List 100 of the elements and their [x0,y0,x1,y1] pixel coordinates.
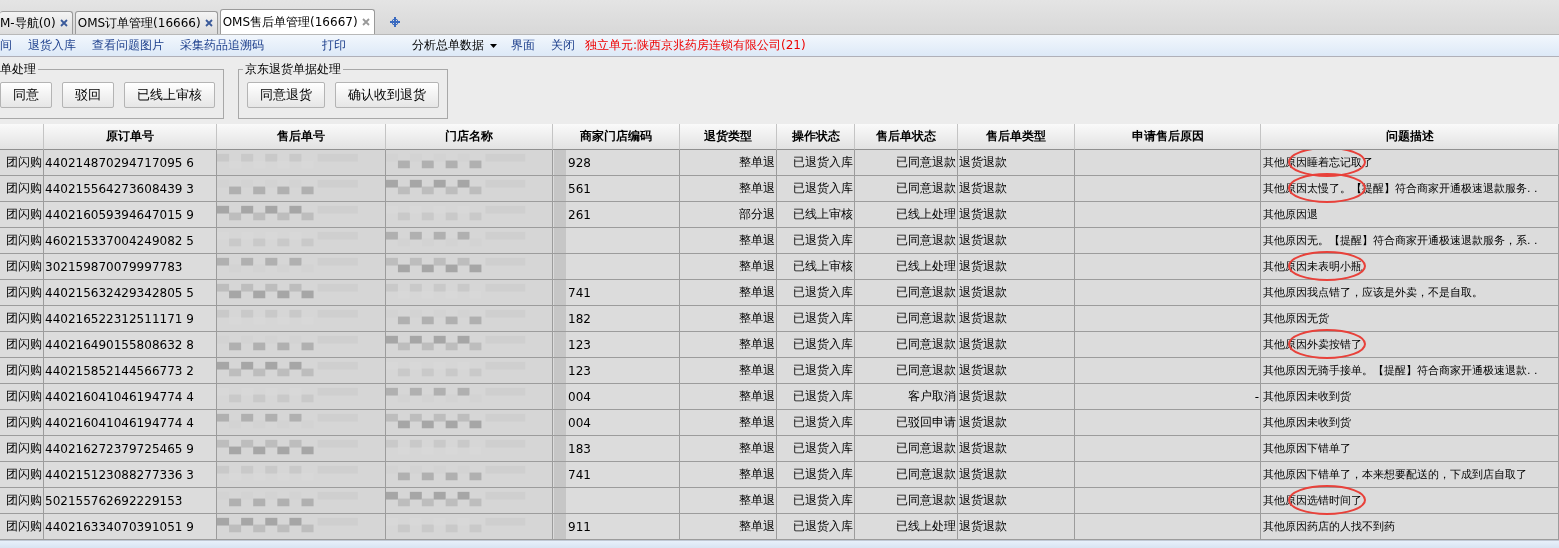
table-cell: 已退货入库 [793,180,853,197]
table-cell: 整单退 [739,492,775,509]
column-header[interactable]: 售后单号 [217,124,386,150]
column-header[interactable]: 问题描述 [1261,124,1559,150]
table-cell: 440216041046194774 4 [45,389,194,404]
close-icon[interactable] [204,19,213,27]
action-button[interactable]: 同意退货 [247,82,325,108]
tab[interactable]: OMS售后单管理(16667) [219,9,375,34]
table-cell: 退货退款 [959,284,1007,301]
table-cell: 团闪购 [6,206,42,223]
table-cell: 整单退 [739,518,775,535]
action-button[interactable]: 已线上审核 [124,82,215,108]
table-cell: 退货退款 [959,518,1007,535]
table-cell: 整单退 [739,310,775,327]
dropdown-button[interactable]: 分析总单数据 [396,37,503,54]
column-header[interactable]: 原订单号 [44,124,217,150]
table-cell: 已退货入库 [793,414,853,431]
unit-notice: 独立单元:陕西京兆药房连锁有限公司(21) [584,37,806,54]
table-cell: 其他原因未收到货 [1263,389,1351,404]
blurred-text [554,202,566,227]
table-cell: 团闪购 [6,362,42,379]
toolbar-link[interactable]: 退货入库 [20,37,84,54]
table-cell: 已同意退款 [896,362,956,379]
table-cell: 退货退款 [959,310,1007,327]
blurred-text [554,150,566,175]
toolbar-link[interactable]: 查看问题图片 [84,37,172,54]
table-cell: 已退货入库 [793,336,853,353]
table-cell: 440216334070391051 9 [45,519,194,534]
column-header[interactable]: 商家门店编码 [553,124,680,150]
action-button[interactable]: 确认收到退货 [335,82,439,108]
table-cell: 004 [568,415,591,430]
table-cell: 已同意退款 [896,440,956,457]
toolbar-link[interactable]: 打印 [314,37,354,54]
table-cell: 已退货入库 [793,518,853,535]
table-cell: 已退货入库 [793,440,853,457]
table-cell: 退货退款 [959,362,1007,379]
table-cell: 团闪购 [6,388,42,405]
table-cell: 其他原因无。【提醒】符合商家开通极速退款服务，系. . [1263,233,1538,248]
add-tab-icon[interactable] [388,16,401,28]
tab[interactable]: OMS订单管理(16666) [74,11,218,34]
table-cell: 团闪购 [6,336,42,353]
table-cell: 440216272379725465 9 [45,441,194,456]
table-cell: 退货退款 [959,154,1007,171]
column-header[interactable]: 操作状态 [777,124,855,150]
table-cell: 团闪购 [6,518,42,535]
table-cell: 其他原因下错单了 [1263,441,1351,456]
table-cell: 440215632429342805 5 [45,285,194,300]
blurred-text [554,306,566,331]
column-header[interactable]: 退货类型 [680,124,777,150]
table-cell: 其他原因药店的人找不到药 [1263,519,1395,534]
close-icon[interactable] [361,18,370,26]
table-cell: 440215123088277336 3 [45,467,194,482]
table-cell: 已退货入库 [793,388,853,405]
table-cell: 741 [568,467,591,482]
table-cell: 整单退 [739,284,775,301]
table-cell: 已线上处理 [896,206,956,223]
table-cell: 已同意退款 [896,284,956,301]
blurred-text [554,462,566,487]
group-title: 京东退货单据处理 [243,61,343,78]
table-cell: 团闪购 [6,310,42,327]
table-cell: 团闪购 [6,284,42,301]
table-cell: - [1254,389,1259,404]
table-cell: 已退货入库 [793,154,853,171]
column-header[interactable]: 门店名称 [386,124,553,150]
table-cell: 440216041046194774 4 [45,415,194,430]
column-header[interactable]: 申请售后原因 [1075,124,1261,150]
close-icon[interactable] [59,19,68,27]
action-button[interactable]: 同意 [0,82,52,108]
table-cell: 其他原因我点错了，应该是外卖，不是自取。 [1263,285,1483,300]
table-cell: 已线上审核 [793,206,853,223]
table-cell: 已同意退款 [896,180,956,197]
table-cell: 整单退 [739,414,775,431]
table-cell: 整单退 [739,258,775,275]
toolbar-link[interactable]: 采集药品追溯码 [172,37,272,54]
tab[interactable]: M-导航(0) [0,11,73,34]
table-cell: 退货退款 [959,388,1007,405]
table-cell: 团闪购 [6,492,42,509]
table-cell: 其他原因下错单了，本来想要配送的，下成到店自取了 [1263,467,1527,482]
horizontal-scrollbar[interactable] [0,540,1559,548]
action-button[interactable]: 驳回 [62,82,114,108]
toolbar-link[interactable]: 关闭 [543,37,583,54]
table-cell: 退货退款 [959,206,1007,223]
blurred-text [554,332,566,357]
blurred-text [554,384,566,409]
column-header[interactable]: 售后单类型 [958,124,1075,150]
table-cell: 502155762692229153 [45,493,183,508]
table-cell: 已同意退款 [896,232,956,249]
toolbar-link[interactable]: 界面 [503,37,543,54]
blurred-text [554,254,566,279]
table-cell: 团闪购 [6,440,42,457]
table-cell: 退货退款 [959,232,1007,249]
table-cell: 561 [568,181,591,196]
table-cell: 其他原因未收到货 [1263,415,1351,430]
column-header[interactable] [0,124,44,150]
table-cell: 整单退 [739,232,775,249]
column-header[interactable]: 售后单状态 [855,124,958,150]
blurred-text [554,436,566,461]
toolbar-link[interactable]: 间 [0,37,20,54]
table-cell: 部分退 [739,206,775,223]
table-cell: 整单退 [739,362,775,379]
